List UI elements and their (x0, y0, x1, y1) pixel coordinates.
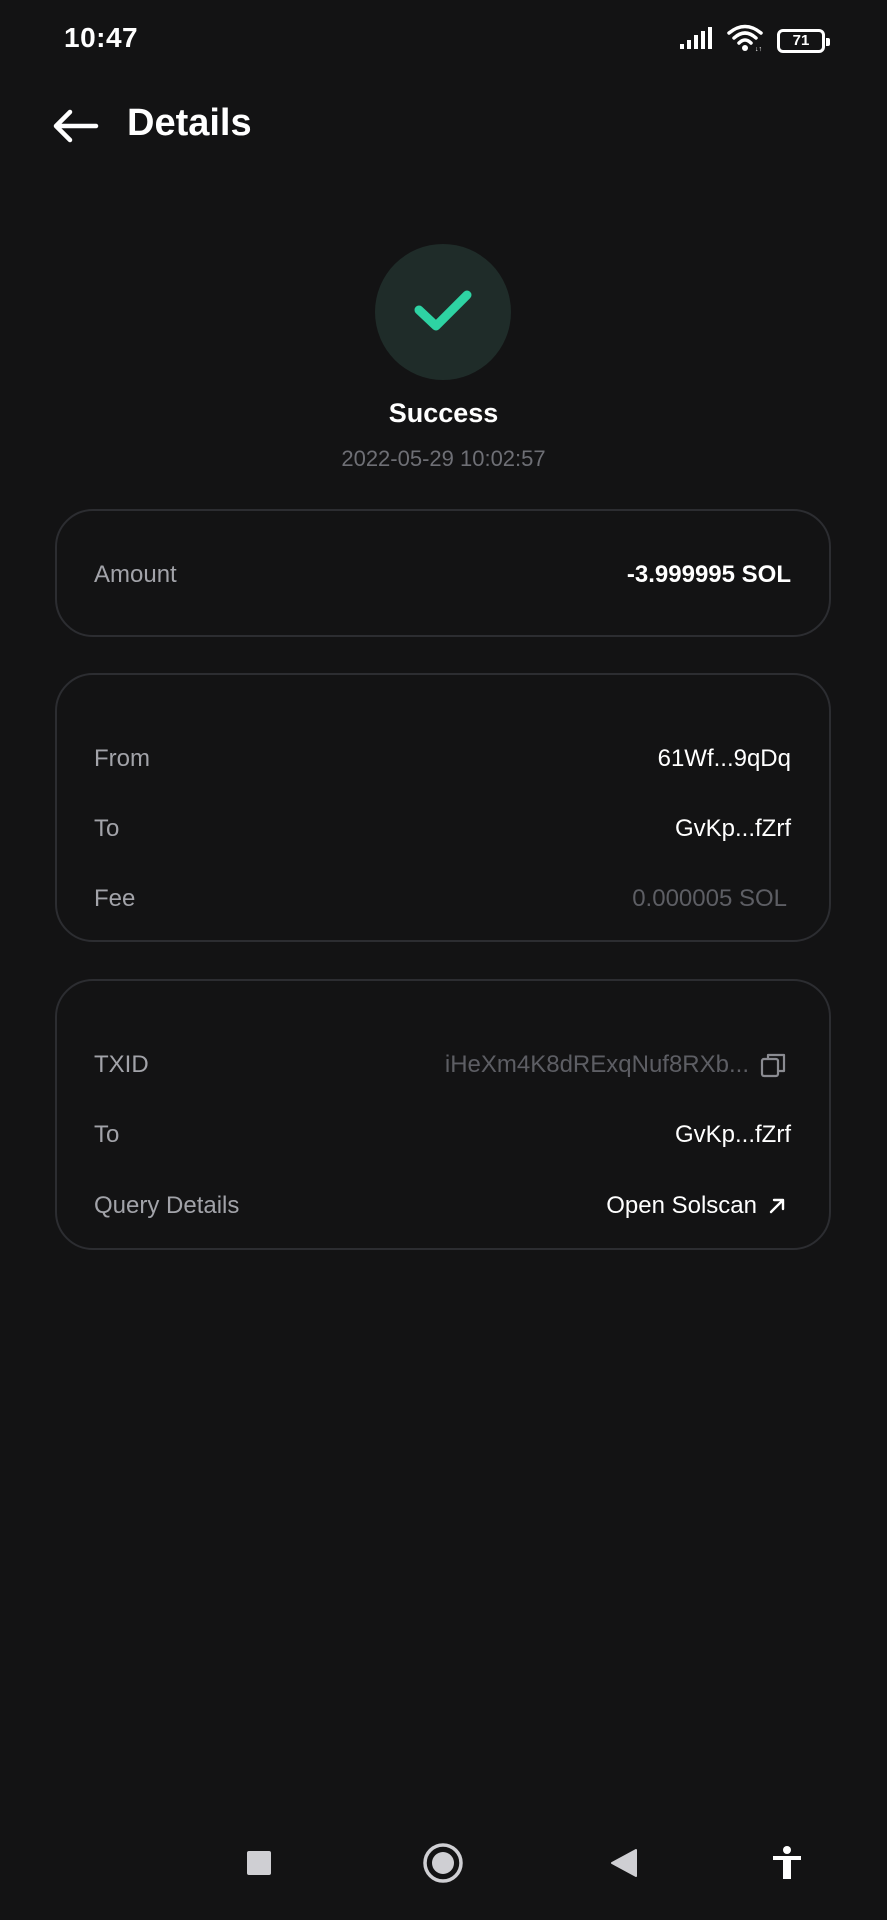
amount-card: Amount -3.999995 SOL (55, 509, 831, 637)
status-icons: ↓↑ 71 (679, 24, 830, 57)
from-label: From (94, 745, 150, 772)
txid-row: TXID iHeXm4K8dRExqNuf8RXb... (94, 1045, 787, 1085)
check-icon (411, 286, 475, 339)
copy-icon[interactable] (759, 1051, 787, 1079)
txid-label: TXID (94, 1051, 149, 1078)
open-solscan-label: Open Solscan (606, 1192, 757, 1219)
accessibility-icon (771, 1845, 803, 1886)
from-value: 61Wf...9qDq (657, 745, 791, 772)
back-triangle-icon (609, 1847, 639, 1884)
home-button[interactable] (413, 1835, 473, 1895)
to-value: GvKp...fZrf (674, 815, 791, 842)
system-back-button[interactable] (594, 1835, 654, 1895)
page-title: Details (127, 102, 252, 144)
system-nav-bar (0, 1825, 887, 1905)
recents-button[interactable] (229, 1835, 289, 1895)
battery-icon: 71 (777, 28, 830, 53)
tx-to-row: To GvKp...fZrf (94, 1115, 791, 1155)
tx-to-label: To (94, 1121, 120, 1148)
txid-value: iHeXm4K8dRExqNuf8RXb... (444, 1051, 749, 1078)
recents-square-icon (245, 1849, 273, 1882)
status-bar: 10:47 ↓↑ 71 (0, 0, 887, 80)
status-datetime: 2022-05-29 10:02:57 (341, 446, 546, 471)
open-solscan-link[interactable]: Open Solscan (606, 1192, 787, 1220)
fee-value: 0.000005 SOL (632, 885, 787, 912)
to-row: To GvKp...fZrf (94, 809, 791, 849)
amount-row: Amount -3.999995 SOL (94, 555, 791, 595)
query-details-label: Query Details (94, 1192, 240, 1219)
wifi-icon: ↓↑ (727, 24, 763, 57)
to-label: To (94, 815, 120, 842)
battery-level: 71 (792, 31, 810, 49)
battery-tip (826, 37, 830, 46)
home-circle-icon (421, 1841, 465, 1890)
txid-value-group: iHeXm4K8dRExqNuf8RXb... (445, 1051, 787, 1079)
back-button[interactable] (48, 104, 104, 148)
arrow-left-icon (48, 109, 104, 152)
status-time: 10:47 (64, 22, 139, 53)
transaction-card: TXID iHeXm4K8dRExqNuf8RXb... To GvKp...f… (55, 979, 831, 1250)
fee-row: Fee 0.000005 SOL (94, 879, 787, 919)
signal-icon (679, 26, 713, 55)
transfer-card: From 61Wf...9qDq To GvKp...fZrf Fee 0.00… (55, 673, 831, 942)
accessibility-button[interactable] (757, 1835, 817, 1895)
from-row: From 61Wf...9qDq (94, 739, 791, 779)
fee-label: Fee (94, 885, 136, 912)
amount-label: Amount (94, 561, 177, 588)
query-details-row: Query Details Open Solscan (94, 1186, 787, 1226)
tx-to-value: GvKp...fZrf (674, 1121, 791, 1148)
status-title: Success (388, 398, 499, 428)
page-header: Details (0, 88, 887, 168)
external-link-icon (767, 1196, 787, 1216)
success-badge (375, 244, 511, 380)
amount-value: -3.999995 SOL (626, 561, 791, 588)
details-screen: 10:47 ↓↑ 71 Details Success 2022-05-29 1… (0, 0, 887, 1920)
svg-text:↓↑: ↓↑ (755, 46, 762, 52)
